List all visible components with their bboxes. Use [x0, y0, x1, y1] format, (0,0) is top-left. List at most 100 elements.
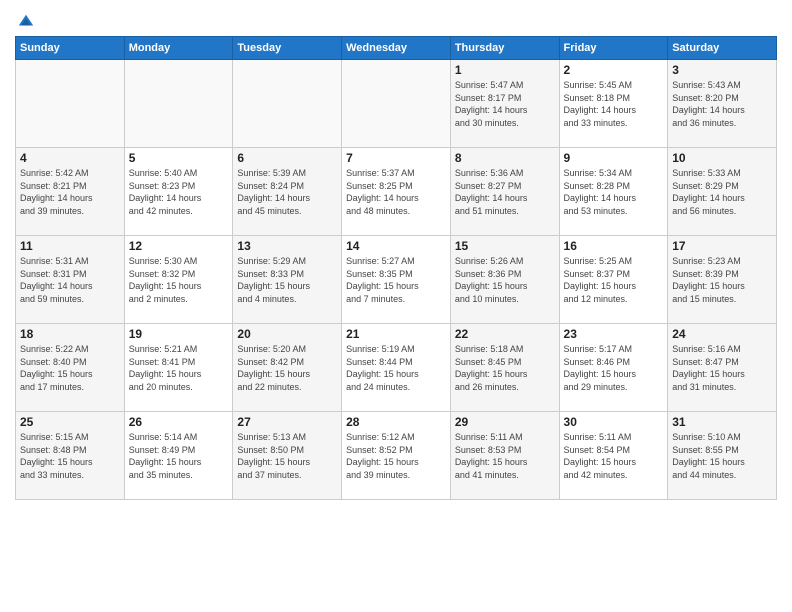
day-number: 29 [455, 415, 555, 429]
day-number: 14 [346, 239, 446, 253]
day-cell [124, 60, 233, 148]
day-cell [342, 60, 451, 148]
day-number: 6 [237, 151, 337, 165]
day-cell: 30Sunrise: 5:11 AM Sunset: 8:54 PM Dayli… [559, 412, 668, 500]
day-content: Sunrise: 5:19 AM Sunset: 8:44 PM Dayligh… [346, 343, 446, 393]
week-row-1: 1 Sunrise: 5:47 AM Sunset: 8:17 PM Daylig… [16, 60, 777, 148]
day-content: Sunrise: 5:21 AM Sunset: 8:41 PM Dayligh… [129, 343, 229, 393]
day-header-saturday: Saturday [668, 37, 777, 60]
day-content: Sunrise: 5:40 AM Sunset: 8:23 PM Dayligh… [129, 167, 229, 217]
day-cell: 16Sunrise: 5:25 AM Sunset: 8:37 PM Dayli… [559, 236, 668, 324]
day-content: Sunrise: 5:33 AM Sunset: 8:29 PM Dayligh… [672, 167, 772, 217]
day-number: 3 [672, 63, 772, 77]
header-row: SundayMondayTuesdayWednesdayThursdayFrid… [16, 37, 777, 60]
header [15, 10, 777, 30]
day-content: Sunrise: 5:14 AM Sunset: 8:49 PM Dayligh… [129, 431, 229, 481]
day-header-tuesday: Tuesday [233, 37, 342, 60]
day-cell [233, 60, 342, 148]
day-content: Sunrise: 5:13 AM Sunset: 8:50 PM Dayligh… [237, 431, 337, 481]
day-cell: 24 Sunrise: 5:16 AM Sunset: 8:47 PM Dayli… [668, 324, 777, 412]
day-content: Sunrise: 5:11 AM Sunset: 8:53 PM Dayligh… [455, 431, 555, 481]
day-cell: 18 Sunrise: 5:22 AM Sunset: 8:40 PM Dayli… [16, 324, 125, 412]
logo [15, 10, 35, 30]
day-content: Sunrise: 5:27 AM Sunset: 8:35 PM Dayligh… [346, 255, 446, 305]
day-number: 13 [237, 239, 337, 253]
day-content: Sunrise: 5:47 AM Sunset: 8:17 PM Dayligh… [455, 79, 555, 129]
day-content: Sunrise: 5:42 AM Sunset: 8:21 PM Dayligh… [20, 167, 120, 217]
day-content: Sunrise: 5:20 AM Sunset: 8:42 PM Dayligh… [237, 343, 337, 393]
day-cell: 6 Sunrise: 5:39 AM Sunset: 8:24 PM Daylig… [233, 148, 342, 236]
day-number: 27 [237, 415, 337, 429]
day-number: 25 [20, 415, 120, 429]
day-content: Sunrise: 5:22 AM Sunset: 8:40 PM Dayligh… [20, 343, 120, 393]
day-cell: 14 Sunrise: 5:27 AM Sunset: 8:35 PM Dayli… [342, 236, 451, 324]
week-row-2: 4 Sunrise: 5:42 AM Sunset: 8:21 PM Daylig… [16, 148, 777, 236]
week-row-3: 11 Sunrise: 5:31 AM Sunset: 8:31 PM Dayli… [16, 236, 777, 324]
day-cell: 2Sunrise: 5:45 AM Sunset: 8:18 PM Daylig… [559, 60, 668, 148]
day-number: 11 [20, 239, 120, 253]
day-content: Sunrise: 5:37 AM Sunset: 8:25 PM Dayligh… [346, 167, 446, 217]
calendar-table: SundayMondayTuesdayWednesdayThursdayFrid… [15, 36, 777, 500]
logo-text [15, 10, 35, 30]
day-content: Sunrise: 5:16 AM Sunset: 8:47 PM Dayligh… [672, 343, 772, 393]
day-number: 22 [455, 327, 555, 341]
day-content: Sunrise: 5:15 AM Sunset: 8:48 PM Dayligh… [20, 431, 120, 481]
day-content: Sunrise: 5:30 AM Sunset: 8:32 PM Dayligh… [129, 255, 229, 305]
day-number: 28 [346, 415, 446, 429]
week-row-5: 25 Sunrise: 5:15 AM Sunset: 8:48 PM Dayli… [16, 412, 777, 500]
day-content: Sunrise: 5:12 AM Sunset: 8:52 PM Dayligh… [346, 431, 446, 481]
day-number: 15 [455, 239, 555, 253]
day-content: Sunrise: 5:23 AM Sunset: 8:39 PM Dayligh… [672, 255, 772, 305]
day-number: 18 [20, 327, 120, 341]
day-cell: 13 Sunrise: 5:29 AM Sunset: 8:33 PM Dayli… [233, 236, 342, 324]
day-cell: 9 Sunrise: 5:34 AM Sunset: 8:28 PM Daylig… [559, 148, 668, 236]
day-header-monday: Monday [124, 37, 233, 60]
day-header-friday: Friday [559, 37, 668, 60]
day-cell: 10Sunrise: 5:33 AM Sunset: 8:29 PM Dayli… [668, 148, 777, 236]
day-header-sunday: Sunday [16, 37, 125, 60]
day-cell: 29 Sunrise: 5:11 AM Sunset: 8:53 PM Dayli… [450, 412, 559, 500]
day-cell: 8 Sunrise: 5:36 AM Sunset: 8:27 PM Daylig… [450, 148, 559, 236]
day-number: 24 [672, 327, 772, 341]
day-cell: 27 Sunrise: 5:13 AM Sunset: 8:50 PM Dayli… [233, 412, 342, 500]
day-number: 9 [564, 151, 664, 165]
week-row-4: 18 Sunrise: 5:22 AM Sunset: 8:40 PM Dayli… [16, 324, 777, 412]
day-cell: 20Sunrise: 5:20 AM Sunset: 8:42 PM Dayli… [233, 324, 342, 412]
day-number: 12 [129, 239, 229, 253]
day-content: Sunrise: 5:29 AM Sunset: 8:33 PM Dayligh… [237, 255, 337, 305]
day-content: Sunrise: 5:43 AM Sunset: 8:20 PM Dayligh… [672, 79, 772, 129]
day-header-thursday: Thursday [450, 37, 559, 60]
day-content: Sunrise: 5:31 AM Sunset: 8:31 PM Dayligh… [20, 255, 120, 305]
day-content: Sunrise: 5:34 AM Sunset: 8:28 PM Dayligh… [564, 167, 664, 217]
day-content: Sunrise: 5:39 AM Sunset: 8:24 PM Dayligh… [237, 167, 337, 217]
day-cell [16, 60, 125, 148]
day-cell: 12 Sunrise: 5:30 AM Sunset: 8:32 PM Dayli… [124, 236, 233, 324]
day-number: 19 [129, 327, 229, 341]
day-cell: 15 Sunrise: 5:26 AM Sunset: 8:36 PM Dayli… [450, 236, 559, 324]
day-number: 21 [346, 327, 446, 341]
day-header-wednesday: Wednesday [342, 37, 451, 60]
day-number: 7 [346, 151, 446, 165]
day-number: 31 [672, 415, 772, 429]
day-number: 8 [455, 151, 555, 165]
day-cell: 26Sunrise: 5:14 AM Sunset: 8:49 PM Dayli… [124, 412, 233, 500]
day-cell: 22Sunrise: 5:18 AM Sunset: 8:45 PM Dayli… [450, 324, 559, 412]
page: SundayMondayTuesdayWednesdayThursdayFrid… [0, 0, 792, 612]
day-cell: 1 Sunrise: 5:47 AM Sunset: 8:17 PM Daylig… [450, 60, 559, 148]
day-cell: 21 Sunrise: 5:19 AM Sunset: 8:44 PM Dayli… [342, 324, 451, 412]
day-content: Sunrise: 5:36 AM Sunset: 8:27 PM Dayligh… [455, 167, 555, 217]
day-content: Sunrise: 5:45 AM Sunset: 8:18 PM Dayligh… [564, 79, 664, 129]
day-cell: 5Sunrise: 5:40 AM Sunset: 8:23 PM Daylig… [124, 148, 233, 236]
day-number: 23 [564, 327, 664, 341]
day-cell: 19 Sunrise: 5:21 AM Sunset: 8:41 PM Dayli… [124, 324, 233, 412]
day-cell: 25 Sunrise: 5:15 AM Sunset: 8:48 PM Dayli… [16, 412, 125, 500]
day-content: Sunrise: 5:26 AM Sunset: 8:36 PM Dayligh… [455, 255, 555, 305]
day-number: 4 [20, 151, 120, 165]
day-content: Sunrise: 5:25 AM Sunset: 8:37 PM Dayligh… [564, 255, 664, 305]
day-number: 1 [455, 63, 555, 77]
day-cell: 17Sunrise: 5:23 AM Sunset: 8:39 PM Dayli… [668, 236, 777, 324]
day-cell: 7 Sunrise: 5:37 AM Sunset: 8:25 PM Daylig… [342, 148, 451, 236]
day-cell: 23Sunrise: 5:17 AM Sunset: 8:46 PM Dayli… [559, 324, 668, 412]
logo-icon [17, 12, 35, 30]
day-cell: 4 Sunrise: 5:42 AM Sunset: 8:21 PM Daylig… [16, 148, 125, 236]
